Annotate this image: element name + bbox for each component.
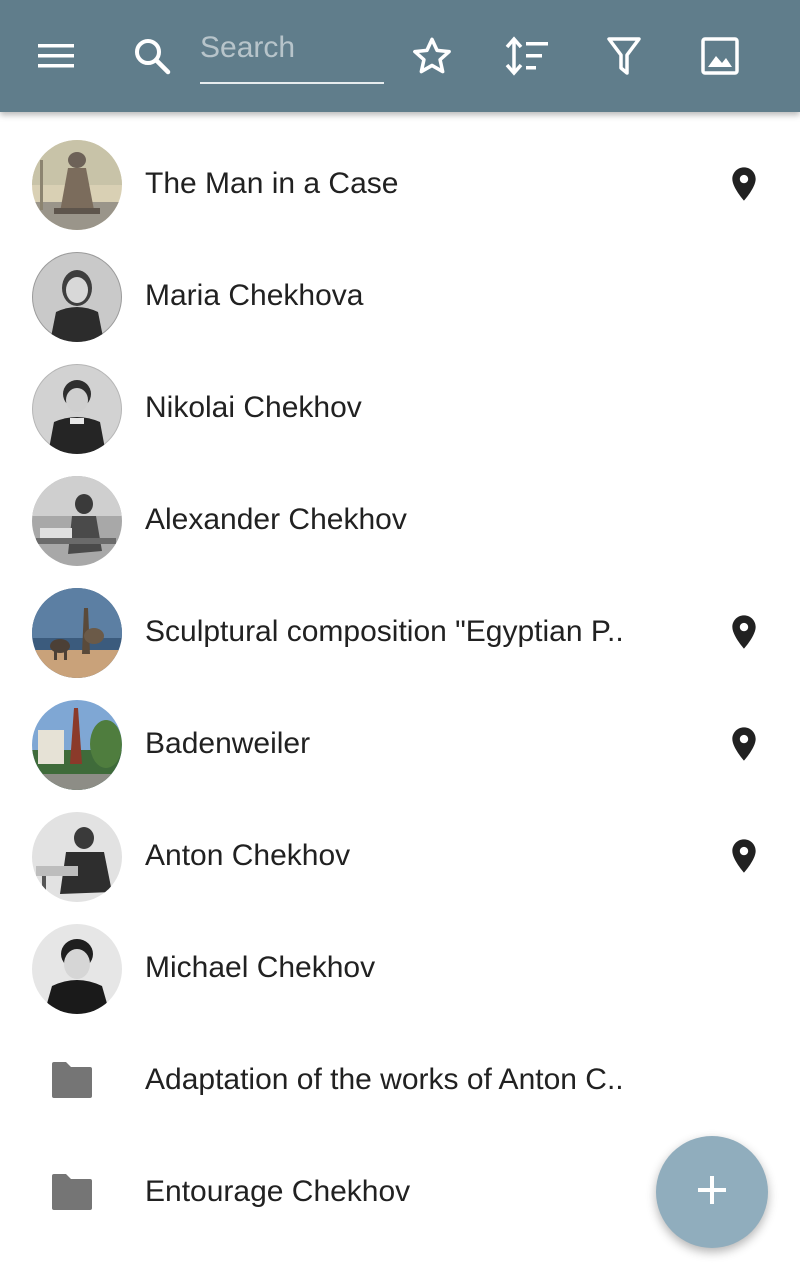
list-item[interactable]: Michael Chekhov — [0, 912, 800, 1024]
item-title: Adaptation of the works of Anton C.. — [145, 1063, 624, 1096]
plus-icon — [696, 1174, 728, 1211]
item-thumbnail — [32, 588, 122, 678]
add-button[interactable] — [656, 1136, 768, 1248]
star-outline-icon[interactable] — [404, 28, 460, 84]
item-thumbnail — [32, 924, 122, 1014]
location-pin-icon[interactable] — [724, 722, 764, 766]
list-item[interactable]: Adaptation of the works of Anton C.. — [0, 1024, 800, 1136]
item-thumbnail — [32, 700, 122, 790]
menu-icon[interactable] — [28, 28, 84, 84]
list-item[interactable]: The Man in a Case — [0, 128, 800, 240]
folder-icon — [50, 1060, 94, 1100]
item-thumbnail — [32, 140, 122, 230]
sort-icon[interactable] — [499, 28, 555, 84]
item-title: Alexander Chekhov — [145, 503, 407, 536]
item-thumbnail — [32, 364, 122, 454]
app-screen: The Man in a Case Maria Chekhova Nikolai… — [0, 0, 800, 1280]
item-title: Michael Chekhov — [145, 951, 376, 984]
item-list: The Man in a Case Maria Chekhova Nikolai… — [0, 128, 800, 1248]
list-item[interactable]: Sculptural composition "Egyptian P.. — [0, 576, 800, 688]
list-item[interactable]: Nikolai Chekhov — [0, 352, 800, 464]
list-item[interactable]: Anton Chekhov — [0, 800, 800, 912]
location-pin-icon[interactable] — [724, 162, 764, 206]
item-title: Sculptural composition "Egyptian P.. — [145, 615, 624, 648]
item-title: Maria Chekhova — [145, 279, 364, 312]
filter-icon[interactable] — [596, 28, 652, 84]
image-icon[interactable] — [692, 28, 748, 84]
search-input[interactable] — [200, 24, 384, 72]
item-title: Entourage Chekhov — [145, 1175, 411, 1208]
list-item[interactable]: Badenweiler — [0, 688, 800, 800]
item-thumbnail — [32, 252, 122, 342]
item-title: Nikolai Chekhov — [145, 391, 362, 424]
top-toolbar — [0, 0, 800, 112]
item-thumbnail — [32, 812, 122, 902]
search-icon[interactable] — [124, 28, 180, 84]
location-pin-icon[interactable] — [724, 834, 764, 878]
location-pin-icon[interactable] — [724, 610, 764, 654]
item-thumbnail — [32, 476, 122, 566]
list-item[interactable]: Maria Chekhova — [0, 240, 800, 352]
item-title: Anton Chekhov — [145, 839, 351, 872]
item-title: Badenweiler — [145, 727, 311, 760]
item-title: The Man in a Case — [145, 167, 399, 200]
list-item[interactable]: Alexander Chekhov — [0, 464, 800, 576]
folder-icon — [50, 1172, 94, 1212]
search-field[interactable] — [200, 24, 384, 84]
